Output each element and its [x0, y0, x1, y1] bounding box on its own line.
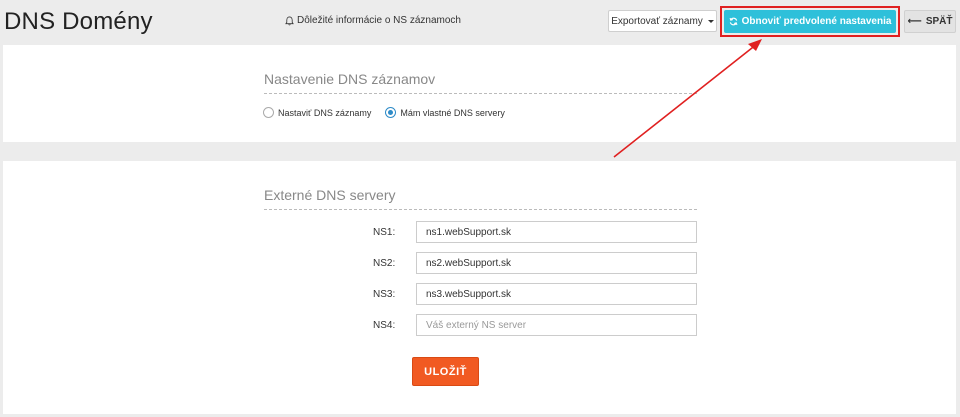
- restore-defaults-button[interactable]: Obnoviť predvolené nastavenia: [724, 10, 896, 33]
- ns-info-text: Dôležité informácie o NS záznamoch: [297, 15, 461, 26]
- ns4-row: NS4:: [373, 314, 697, 336]
- back-button[interactable]: ⟵ SPÄŤ: [904, 10, 956, 33]
- save-button[interactable]: ULOŽIŤ: [412, 357, 479, 386]
- arrow-left-icon: ⟵: [907, 16, 922, 27]
- refresh-icon: [729, 17, 738, 26]
- radio-own-dns-servers[interactable]: Mám vlastné DNS servery: [385, 107, 505, 118]
- ns1-row: NS1:: [373, 221, 697, 243]
- ns2-input[interactable]: [416, 252, 697, 274]
- export-label: Exportovať záznamy: [611, 15, 703, 27]
- radio-label: Nastaviť DNS záznamy: [278, 107, 372, 118]
- ns3-input[interactable]: [416, 283, 697, 305]
- ns2-row: NS2:: [373, 252, 697, 274]
- ns4-input[interactable]: [416, 314, 697, 336]
- radio-label: Mám vlastné DNS servery: [400, 107, 505, 118]
- external-dns-panel: Externé DNS servery NS1: NS2: NS3: NS4: …: [3, 161, 956, 414]
- ns2-label: NS2:: [373, 257, 396, 269]
- bell-icon: [285, 16, 294, 25]
- radio-set-dns-records[interactable]: Nastaviť DNS záznamy: [263, 107, 371, 118]
- external-dns-title: Externé DNS servery: [264, 187, 697, 210]
- restore-label: Obnoviť predvolené nastavenia: [741, 16, 892, 27]
- ns4-label: NS4:: [373, 319, 396, 331]
- radio-button-checked[interactable]: [385, 107, 397, 118]
- ns-info-link[interactable]: Dôležité informácie o NS záznamoch: [285, 15, 461, 26]
- ns3-row: NS3:: [373, 283, 697, 305]
- back-label: SPÄŤ: [925, 16, 953, 27]
- caret-down-icon: [707, 20, 714, 23]
- page-title: DNS Domény: [4, 8, 153, 35]
- ns1-input[interactable]: [416, 221, 697, 243]
- dns-settings-title: Nastavenie DNS záznamov: [264, 71, 697, 94]
- dns-settings-panel: Nastavenie DNS záznamov Nastaviť DNS záz…: [3, 45, 956, 142]
- ns3-label: NS3:: [373, 288, 396, 300]
- ns1-label: NS1:: [373, 226, 396, 238]
- export-records-dropdown[interactable]: Exportovať záznamy: [608, 10, 717, 32]
- dns-mode-radio-group: Nastaviť DNS záznamy Mám vlastné DNS ser…: [263, 107, 519, 118]
- radio-button[interactable]: [263, 107, 274, 118]
